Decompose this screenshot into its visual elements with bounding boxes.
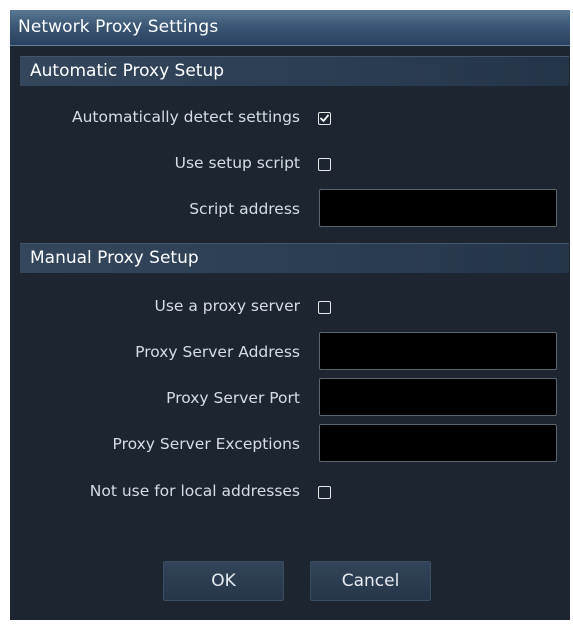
proxy-settings-dialog: Network Proxy Settings Automatic Proxy S… [10,10,570,620]
ok-button[interactable]: OK [163,561,284,601]
proxy-server-address-label: Proxy Server Address [135,343,300,361]
cancel-button[interactable]: Cancel [310,561,431,601]
use-setup-script-checkbox[interactable] [318,158,331,171]
not-use-local-label: Not use for local addresses [89,482,300,500]
use-setup-script-label: Use setup script [174,154,300,172]
dialog-title: Network Proxy Settings [18,17,219,37]
script-address-label: Script address [189,200,300,218]
proxy-server-exceptions-label: Proxy Server Exceptions [112,435,301,453]
manual-proxy-section-title: Manual Proxy Setup [30,248,199,268]
auto-detect-checkbox[interactable] [318,112,331,125]
automatic-proxy-section-header: Automatic Proxy Setup [20,56,569,86]
use-proxy-server-label: Use a proxy server [154,297,300,315]
title-bar[interactable]: Network Proxy Settings [10,10,570,46]
proxy-server-port-label: Proxy Server Port [166,389,300,407]
checkmark-icon [320,114,329,122]
automatic-proxy-section-title: Automatic Proxy Setup [30,61,225,81]
auto-detect-label: Automatically detect settings [71,108,300,126]
proxy-server-exceptions-input[interactable] [319,424,557,462]
not-use-local-checkbox[interactable] [318,486,331,499]
manual-proxy-section-header: Manual Proxy Setup [20,243,569,273]
proxy-server-address-input[interactable] [319,332,557,370]
use-proxy-server-checkbox[interactable] [318,301,331,314]
proxy-server-port-input[interactable] [319,378,557,416]
script-address-input[interactable] [319,189,557,227]
